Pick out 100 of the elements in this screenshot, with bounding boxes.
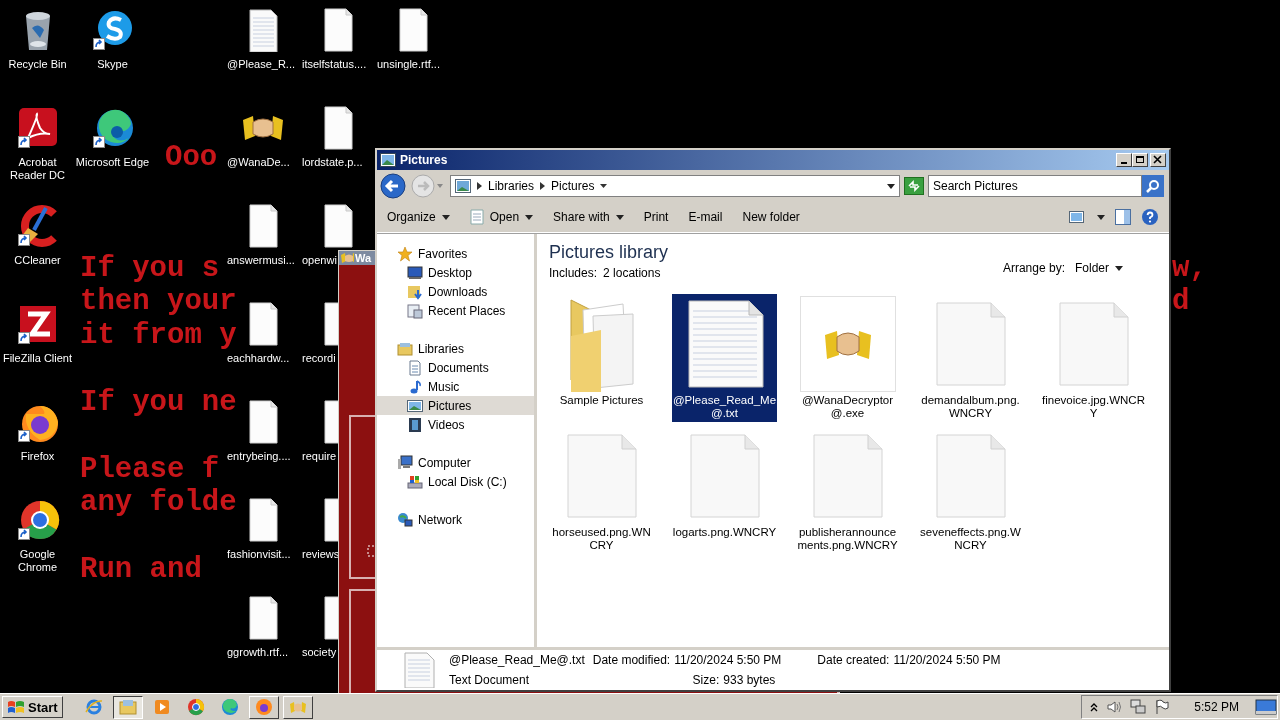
desktop-icon-label[interactable]: @WanaDe... <box>225 156 290 169</box>
desktop-icon-label[interactable]: require <box>300 450 337 463</box>
desktop-icon-label[interactable]: Acrobat Reader DC <box>0 156 75 182</box>
desktop-icon-label[interactable]: unsingle.rtf... <box>375 58 440 71</box>
help-icon <box>1141 208 1159 226</box>
desktop-icon-label[interactable]: ggrowth.rtf... <box>225 646 289 659</box>
desktop-icon-label[interactable]: CCleaner <box>0 254 75 267</box>
sidebar-item[interactable]: Desktop <box>377 263 534 282</box>
sidebar-item[interactable]: Computer <box>377 453 534 472</box>
chevron-up-icon <box>1090 702 1099 712</box>
desktop-icon-label[interactable]: Recycle Bin <box>0 58 75 71</box>
arrange-label: Arrange by: <box>1002 261 1065 275</box>
toolbar-button[interactable]: E-mail <box>688 210 723 224</box>
computer-icon <box>397 454 413 471</box>
edge-icon <box>220 698 239 716</box>
back-button[interactable] <box>380 173 406 199</box>
sidebar-item[interactable]: Music <box>377 377 534 396</box>
sidebar-item[interactable]: Videos <box>377 415 534 434</box>
toolbar-button[interactable]: Organize <box>387 210 450 224</box>
blank-file-icon <box>934 301 1007 387</box>
sidebar-item[interactable]: Network <box>377 510 534 529</box>
toolbar-button[interactable]: Share with <box>553 210 624 224</box>
folder-icon <box>118 698 137 716</box>
refresh-button[interactable] <box>904 177 924 195</box>
speaker-icon <box>1106 699 1123 715</box>
desktop-icon-label[interactable]: society <box>300 646 337 659</box>
sidebar-item[interactable]: Libraries <box>377 339 534 358</box>
view-button[interactable] <box>1069 210 1105 224</box>
toolbar-button[interactable]: Open <box>469 209 534 225</box>
window-icon <box>407 302 423 319</box>
file-item[interactable]: Sample Pictures <box>549 294 654 422</box>
desktop-icon-label[interactable]: @Please_R... <box>225 58 296 71</box>
file-item[interactable]: logarts.png.WNCRY <box>672 426 777 554</box>
caret-icon <box>887 183 895 189</box>
sidebar-item[interactable]: Favorites <box>377 244 534 263</box>
search-button[interactable] <box>1142 175 1164 197</box>
arrange-dropdown[interactable]: Folder <box>1075 261 1123 275</box>
desktop-icon-label[interactable]: fashionvisit... <box>225 548 291 561</box>
ransom-text: it from y <box>80 318 237 352</box>
search-icon <box>1146 179 1160 193</box>
desktop-icon-label[interactable]: lordstate.p... <box>300 156 363 169</box>
ransom-text: Run and <box>80 553 202 587</box>
file-item[interactable]: horseused.png.WNCRY <box>549 426 654 554</box>
show-desktop-icon <box>1255 699 1277 715</box>
start-button[interactable]: Start <box>2 696 63 718</box>
chevron-icon <box>477 182 482 190</box>
maximize-button[interactable] <box>1132 153 1148 167</box>
folder-download-icon <box>407 283 423 300</box>
sidebar-item[interactable]: Recent Places <box>377 301 534 320</box>
sidebar-item[interactable]: Pictures <box>377 396 534 415</box>
ransom-heading: Ooo <box>165 141 218 174</box>
desktop-icon-label[interactable]: Microsoft Edge <box>75 156 150 169</box>
blank-file-icon <box>248 400 278 444</box>
help-button[interactable] <box>1141 208 1159 226</box>
desktop-icon-label[interactable]: Firefox <box>0 450 75 463</box>
desktop-icon-label[interactable]: Google Chrome <box>0 548 75 574</box>
ransom-text: If you s <box>80 251 220 285</box>
desktop-icon-label[interactable]: itselfstatus.... <box>300 58 367 71</box>
breadcrumb[interactable]: Libraries <box>488 179 535 193</box>
detail-label: Date created: <box>817 653 890 667</box>
desktop-icon-label[interactable]: eachhardw... <box>225 352 290 365</box>
ransom-text: w, <box>1172 251 1207 285</box>
blank-file-icon <box>934 433 1007 519</box>
file-item[interactable]: demandalbum.png.WNCRY <box>918 294 1023 422</box>
caret-icon <box>600 184 608 188</box>
sidebar-item[interactable]: Documents <box>377 358 534 377</box>
window-title: Pictures <box>400 153 449 167</box>
window-title: Wa <box>355 252 372 264</box>
file-item[interactable]: finevoice.jpg.WNCRY <box>1041 294 1146 422</box>
close-button[interactable] <box>1150 153 1166 167</box>
preview-pane-button[interactable] <box>1115 209 1131 225</box>
minimize-button[interactable] <box>1116 153 1132 167</box>
desktop-icon-label[interactable]: answermusi... <box>225 254 295 267</box>
desktop-icon-label[interactable]: openwi <box>300 254 337 267</box>
desktop-icon-label[interactable]: reviews <box>300 548 340 561</box>
minimize-icon <box>1121 162 1127 164</box>
desktop-icon-label[interactable]: Skype <box>75 58 150 71</box>
desktop-icon-label[interactable]: entrybeing.... <box>225 450 291 463</box>
firefox-icon <box>254 698 273 716</box>
toolbar-button[interactable]: New folder <box>742 210 800 224</box>
flag-icon <box>1154 699 1171 715</box>
address-bar[interactable]: Libraries Pictures <box>450 175 900 197</box>
sidebar-item[interactable]: Downloads <box>377 282 534 301</box>
desktop-icon-label[interactable]: FileZilla Client <box>0 352 75 365</box>
handshake-icon <box>341 251 354 265</box>
blank-file-icon <box>248 498 278 542</box>
picture-icon <box>407 397 423 414</box>
sidebar-item[interactable]: Local Disk (C:) <box>377 472 534 491</box>
file-item[interactable]: seveneffects.png.WNCRY <box>918 426 1023 554</box>
blank-file-icon <box>323 8 353 52</box>
taskbar-button[interactable] <box>112 695 143 719</box>
globe-icon <box>397 511 413 528</box>
toolbar-button[interactable]: Print <box>643 210 669 224</box>
file-item[interactable]: @Please_Read_Me@.txt <box>672 294 777 422</box>
breadcrumb[interactable]: Pictures <box>551 179 595 193</box>
search-field[interactable]: Search Pictures <box>928 175 1142 197</box>
locations-link[interactable]: 2 locations <box>603 266 661 280</box>
caret-icon <box>525 214 534 220</box>
file-item[interactable]: publisherannouncements.png.WNCRY <box>795 426 900 554</box>
desktop-icon-label[interactable]: recordi <box>300 352 336 365</box>
